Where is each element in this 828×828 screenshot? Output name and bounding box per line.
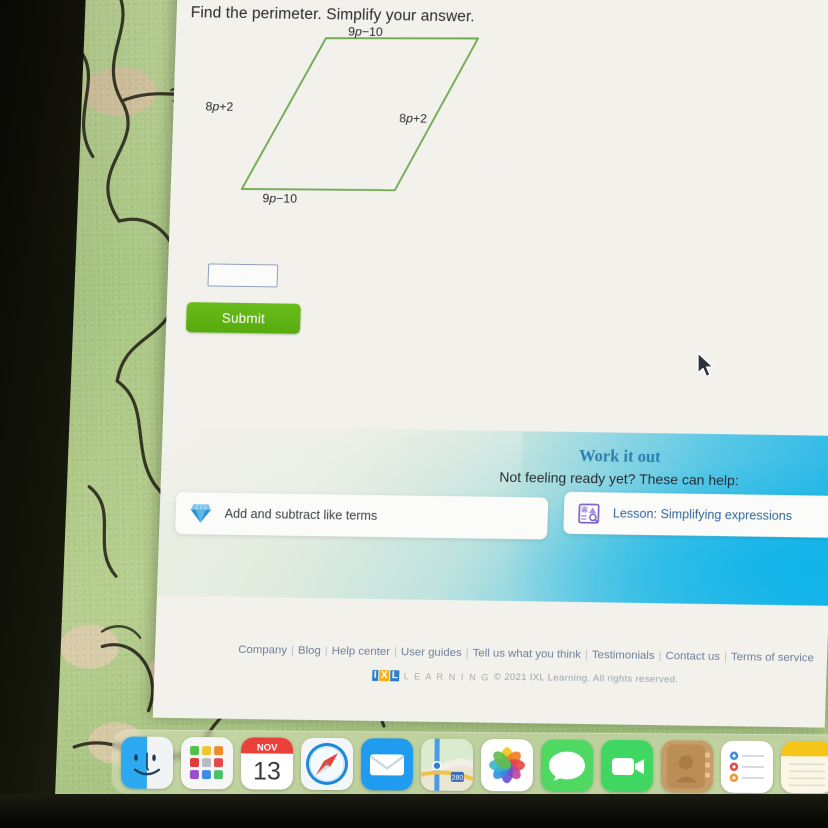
svg-text:280: 280 [452,774,464,781]
footer-link-terms-of-service[interactable]: Terms of service [731,651,814,664]
help-card-skill-label: Add and subtract like terms [224,506,378,524]
diamond-icon [190,504,211,523]
footer-link-blog[interactable]: Blog [298,645,321,657]
footer-link-help-center[interactable]: Help center [332,645,391,658]
lesson-icon: A [578,503,600,524]
dock-icon-safari[interactable] [300,737,354,790]
figure-label-bottom: 9p−10 [262,191,298,206]
dock-icon-photos[interactable] [480,738,534,791]
dock-icon-contacts[interactable] [660,739,714,793]
dock-icon-maps[interactable]: 280 [420,738,474,791]
footer-separator: | [658,650,662,663]
footer-separator: | [465,647,469,660]
dock-icon-notes[interactable] [780,740,828,793]
browser-page: Find the perimeter. Simplify your answer… [152,0,828,728]
work-it-out-band: Work it out Not feeling ready yet? These… [156,425,828,606]
footer-link-contact-us[interactable]: Contact us [665,650,720,663]
footer-separator: | [723,651,728,664]
figure-label-left: 8p+2 [205,99,234,114]
svg-text:A: A [582,507,586,513]
copyright-text: © 2021 IXL Learning. All rights reserved… [493,671,679,686]
help-cards: Add and subtract like terms A Lesson: Si… [175,491,828,544]
mouse-cursor [697,352,714,378]
parallelogram-svg [240,37,479,192]
figure-label-top: 9p−10 [347,24,383,40]
dock-icon-launchpad[interactable] [180,736,234,789]
photo-of-laptop-screen: Find the perimeter. Simplify your answer… [0,0,828,828]
ixl-learning-word: L E A R N I N G [403,670,491,683]
macos-dock[interactable]: NOV 13 280 [111,729,828,799]
dock-icon-messages[interactable] [540,739,594,792]
help-card-lesson-label: Lesson: Simplifying expressions [612,506,793,524]
footer-link-testimonials[interactable]: Testimonials [592,649,655,662]
footer: Company | Blog | Help center | User guides | Tel… [154,643,827,688]
ixl-logo: IXL [372,669,400,682]
footer-separator: | [584,649,589,662]
calendar-month: NOV [257,742,278,753]
dock-icon-mail[interactable] [360,737,414,790]
dock-icon-calendar[interactable]: NOV 13 [240,736,294,790]
copyright-line: IXL L E A R N I N G © 2021 IXL Learning.… [224,668,826,688]
footer-separator: | [393,646,398,659]
footer-link-user-guides[interactable]: User guides [401,646,462,659]
calendar-day: 13 [253,757,281,785]
answer-input-field[interactable] [208,264,278,287]
answer-input[interactable] [207,263,279,288]
help-card-skill[interactable]: Add and subtract like terms [175,492,549,540]
footer-links: Company | Blog | Help center | User guides | Tel… [225,644,827,665]
submit-button[interactable]: Submit [185,302,301,334]
footer-separator: | [290,644,295,657]
footer-link-company[interactable]: Company [238,644,287,657]
work-it-out-subtitle: Not feeling ready yet? These can help: [499,468,740,489]
laptop-bezel-bottom [0,794,828,828]
footer-link-tell-us-what-you-think[interactable]: Tell us what you think [472,647,581,661]
figure-label-right: 8p+2 [399,111,428,126]
dock-icon-reminders[interactable] [720,740,774,793]
dock-icon-finder[interactable] [120,736,174,789]
dock-icon-facetime[interactable] [600,739,654,792]
parallelogram-figure: 9p−10 9p−10 8p+2 8p+2 [190,22,497,226]
help-card-lesson[interactable]: A Lesson: Simplifying expressions [563,491,828,538]
footer-separator: | [324,645,328,658]
